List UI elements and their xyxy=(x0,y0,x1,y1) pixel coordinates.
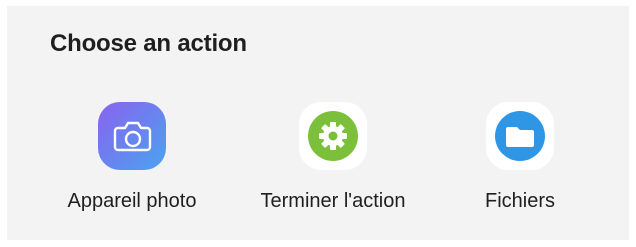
dialog-title: Choose an action xyxy=(50,30,247,57)
app-option-finish-action[interactable]: Terminer l'action xyxy=(238,102,428,222)
app-option-camera[interactable]: Appareil photo xyxy=(37,102,227,222)
folder-icon[interactable] xyxy=(486,102,554,170)
app-label-camera: Appareil photo xyxy=(67,190,197,212)
app-label-files: Fichiers xyxy=(484,190,555,212)
app-label-finish-action: Terminer l'action xyxy=(260,190,406,212)
gear-icon[interactable] xyxy=(299,102,367,170)
camera-icon[interactable] xyxy=(98,102,166,170)
app-option-files[interactable]: Fichiers xyxy=(425,102,615,222)
chooser-dialog: Choose an action Appareil photo Terminer… xyxy=(7,6,629,240)
